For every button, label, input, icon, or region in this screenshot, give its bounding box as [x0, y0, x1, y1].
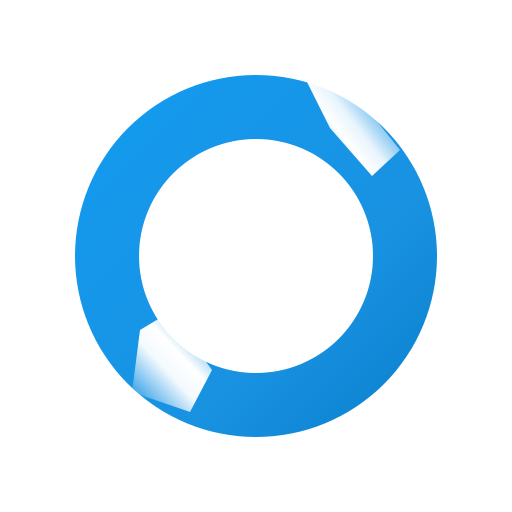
ring-body: [0, 0, 512, 512]
ring-logo-icon: [0, 0, 512, 512]
canvas: [0, 0, 512, 512]
